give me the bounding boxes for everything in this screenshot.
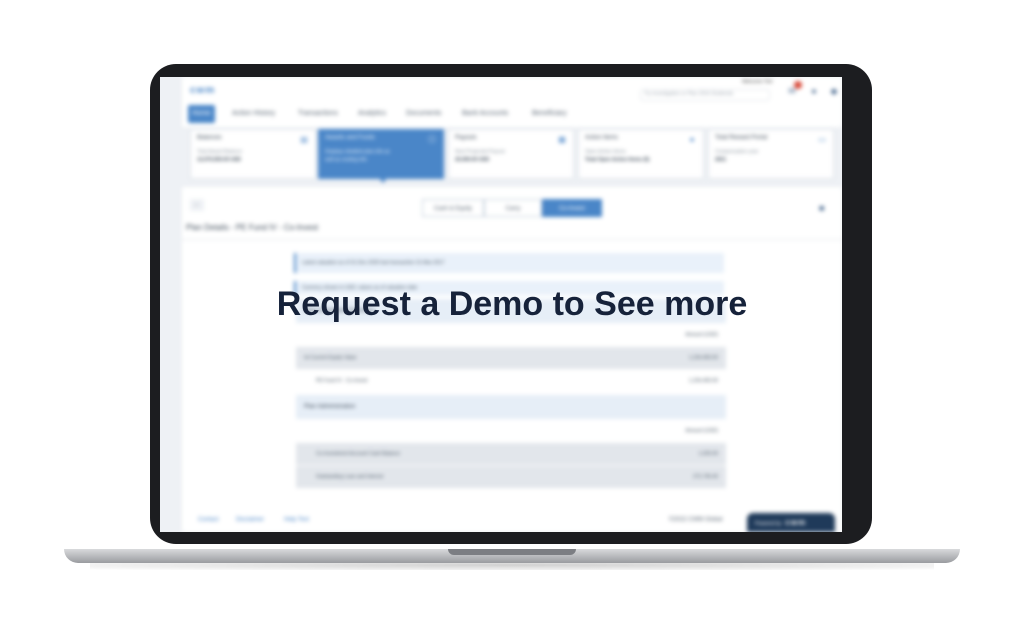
tab-home[interactable]: Home — [188, 105, 215, 123]
card-subtitle: Total Award Balance — [197, 149, 243, 155]
card-subtitle: Next Projected Payout — [455, 149, 505, 155]
chart-icon: ▤ — [300, 135, 308, 144]
plan-title: Plan Details - PE Fund IV - Co-Invest — [186, 223, 319, 232]
row-amount: 272,745.40 — [692, 474, 718, 480]
segment-co-invest[interactable]: Co-Invest — [542, 199, 602, 217]
tab-documents[interactable]: Documents — [406, 105, 441, 123]
footer-link-contact[interactable]: Contact — [198, 517, 219, 523]
row-label: Ivt Current Equity Value — [304, 355, 357, 361]
card-action-items[interactable]: Action Items ● Open Action Items Total O… — [578, 129, 704, 179]
card-balances[interactable]: Balances ▤ Total Award Balance 13,070,55… — [190, 129, 316, 179]
footer-link-disclaimer[interactable]: Disclaimer — [236, 517, 264, 523]
mail-icon[interactable]: ✉ — [786, 81, 802, 97]
active-card-pointer — [379, 178, 387, 183]
summary-cards: Balances ▤ Total Award Balance 13,070,55… — [182, 129, 842, 183]
card-value: well as vesting info — [325, 157, 367, 163]
card-title: Awards and Funds — [325, 135, 375, 141]
row-label: Outstanding Loan and Interest — [316, 474, 384, 480]
notification-badge — [794, 81, 802, 89]
tab-transactions[interactable]: Transactions — [298, 105, 338, 123]
row-amount: 1,234,450.00 — [688, 378, 718, 384]
tab-action-history[interactable]: Action History — [232, 105, 275, 123]
user-icon[interactable]: ◆ — [828, 85, 840, 97]
print-icon[interactable]: ■ — [819, 203, 829, 213]
card-title: Total Reward Portal — [715, 135, 768, 141]
laptop-base — [64, 549, 960, 563]
tab-beneficiary[interactable]: Beneficiary — [532, 105, 567, 123]
powered-by-badge: Powered by cwm — [747, 513, 835, 532]
row-amount: 1,025.00 — [698, 451, 718, 457]
user-greeting: Welcome Ted — [742, 79, 773, 85]
card-subtitle: Compensation year — [715, 149, 759, 155]
monitor-icon: ▭ — [818, 135, 826, 144]
plan-administration-table: Plan Administration Amount (USD) Co-Inve… — [296, 395, 726, 488]
card-value: 20,000.00 USD — [455, 157, 490, 163]
card-subtitle: Open Action Items — [585, 149, 626, 155]
calendar-icon: ▦ — [558, 135, 566, 144]
powered-by-logo: cwm — [785, 518, 807, 527]
laptop-notch — [448, 549, 576, 555]
tab-bank-accounts[interactable]: Bank Accounts — [462, 105, 508, 123]
card-title: Balances — [197, 135, 222, 141]
back-arrow-icon[interactable]: ← — [190, 199, 204, 211]
row-label: Co-Investment Account Cash Balance — [316, 451, 401, 457]
table-row: Co-Investment Account Cash Balance 1,025.… — [296, 442, 726, 465]
row-label: PE Fund IV - Co-Invest — [316, 378, 368, 384]
segment-carry[interactable]: Carry — [484, 199, 542, 217]
valuation-note: Latest valuation as of 31-Dec-2020 last … — [294, 253, 724, 273]
table-row: PE Fund IV - Co-Invest 1,234,450.00 — [296, 369, 726, 392]
card-total-reward-portal[interactable]: Total Reward Portal ▭ Compensation year … — [708, 129, 834, 179]
search-input[interactable]: Try investigation or Plan 2016 Dividends — [640, 89, 770, 101]
plan-details-panel: ← Cash & Equity Carry Co-Invest ■ Plan D… — [182, 187, 842, 517]
card-title: Action Items — [585, 135, 619, 141]
table-row: Ivt Current Equity Value 1,234,450.00 — [296, 346, 726, 369]
row-amount: 1,234,450.00 — [688, 355, 718, 361]
footer: Contact Disclaimer Help Text ©2022 CWM G… — [182, 513, 842, 532]
globe-icon: ● — [689, 135, 695, 144]
main-tabs: Home Action History Transactions Analyti… — [182, 105, 842, 123]
divider — [182, 239, 842, 240]
card-value: Total Open Action Items (5) — [585, 157, 650, 163]
table-column-header: Amount (USD) — [296, 419, 726, 442]
card-awards-and-funds[interactable]: Awards and Funds ⓘ Displays detailed pla… — [318, 129, 444, 183]
table-row: Outstanding Loan and Interest 272,745.40 — [296, 465, 726, 488]
table-heading: Plan Administration — [296, 395, 726, 419]
request-demo-headline: Request a Demo to See more — [276, 285, 748, 323]
column-amount: Amount (USD) — [685, 332, 718, 338]
card-subtitle: Displays detailed plan info as — [325, 149, 390, 155]
segment-cash-equity[interactable]: Cash & Equity — [422, 199, 484, 217]
app-logo[interactable]: cwm — [190, 85, 215, 96]
card-value: 13,070,550.00 USD — [197, 157, 241, 163]
help-icon[interactable]: ● — [808, 85, 820, 97]
table-column-header: Amount (USD) — [296, 323, 726, 346]
powered-by-label: Powered by — [755, 521, 782, 527]
tab-analytics[interactable]: Analytics — [358, 105, 386, 123]
copyright-text: ©2022 CWM Global — [669, 517, 723, 523]
card-payouts[interactable]: Payouts ▦ Next Projected Payout 20,000.0… — [448, 129, 574, 179]
footer-link-help[interactable]: Help Text — [284, 517, 309, 523]
column-amount: Amount (USD) — [685, 428, 718, 434]
info-icon: ⓘ — [428, 135, 436, 144]
card-value: 2021 — [715, 157, 727, 163]
card-title: Payouts — [455, 135, 477, 141]
